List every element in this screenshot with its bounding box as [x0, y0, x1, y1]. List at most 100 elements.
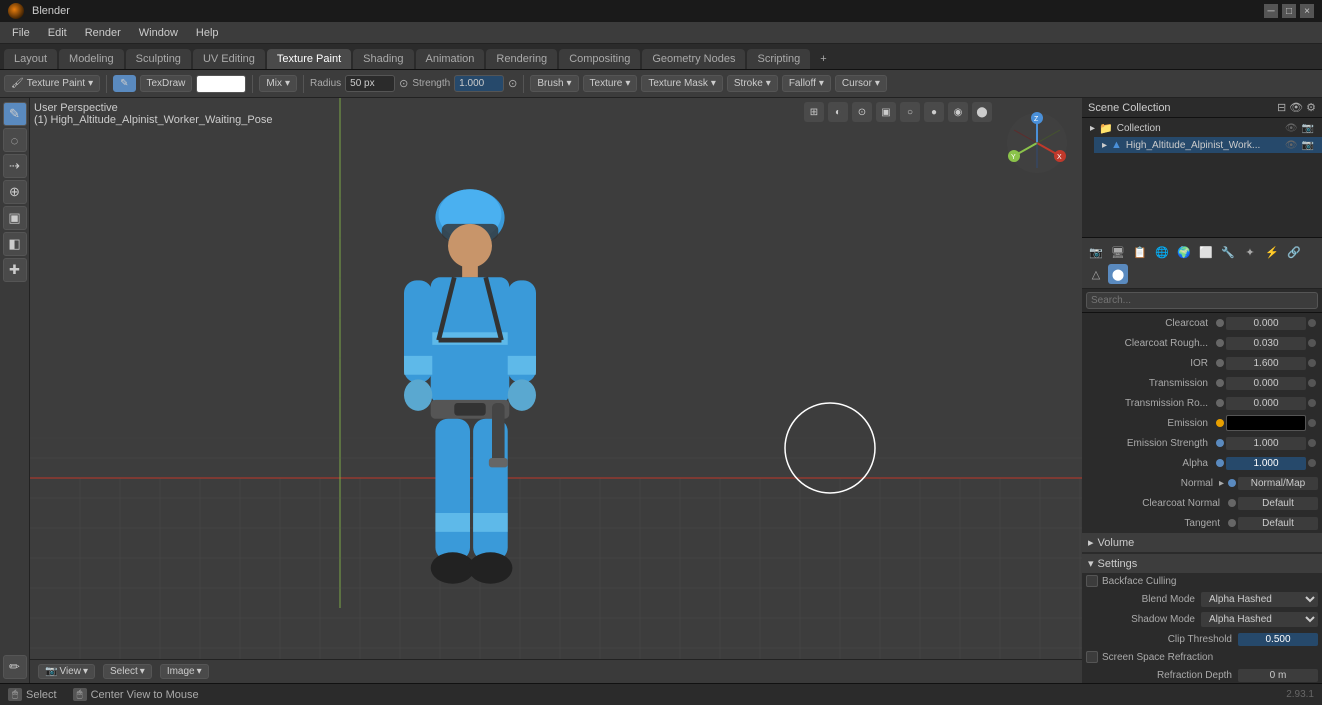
viewport-solid-icon[interactable]: ● [924, 102, 944, 122]
emission-dot[interactable] [1216, 419, 1224, 427]
mode-selector[interactable]: 🖌 Texture Paint ▾ [4, 75, 100, 92]
tab-uv-editing[interactable]: UV Editing [193, 49, 265, 69]
brush-type-button[interactable]: ✎ [113, 75, 135, 92]
falloff-dropdown[interactable]: Falloff ▾ [782, 75, 831, 92]
transmission-rough-dot[interactable] [1216, 399, 1224, 407]
tab-modeling[interactable]: Modeling [59, 49, 124, 69]
collection-eye-icon[interactable]: 👁 [1285, 123, 1298, 134]
color-box[interactable] [196, 75, 246, 93]
outliner-item-character[interactable]: ▸ ▲ High_Altitude_Alpinist_Work... 👁 📷 [1094, 137, 1322, 153]
blend-mode-dropdown[interactable]: Alpha Hashed Opaque Alpha Clip Alpha Ble… [1201, 592, 1318, 607]
viewport-overlay-icon[interactable]: ⊙ [852, 102, 872, 122]
props-icon-object[interactable]: ⬜ [1196, 242, 1216, 262]
emission-color-box[interactable] [1226, 415, 1306, 431]
character-eye-icon[interactable]: 👁 [1285, 140, 1298, 151]
radius-input[interactable] [345, 75, 395, 92]
ior-value[interactable]: 1.600 [1226, 357, 1306, 370]
minimize-button[interactable]: ─ [1264, 4, 1278, 18]
cursor-dropdown[interactable]: Cursor ▾ [835, 75, 887, 92]
outliner-item-collection[interactable]: ▸ 📁 Collection 👁 📷 [1082, 120, 1322, 137]
clearcoat-dot[interactable] [1216, 319, 1224, 327]
menu-help[interactable]: Help [188, 25, 227, 41]
clip-threshold-value[interactable]: 0.500 [1238, 633, 1318, 646]
volume-header[interactable]: ▸ Volume [1082, 533, 1322, 552]
texture-mask-dropdown[interactable]: Texture Mask ▾ [641, 75, 723, 92]
viewport-select-btn[interactable]: Select ▾ [103, 664, 152, 679]
props-icon-output[interactable]: 🖥 [1108, 242, 1128, 262]
tool-soften[interactable]: ◌ [3, 128, 27, 152]
texture-dropdown[interactable]: Texture ▾ [583, 75, 638, 92]
viewport-material-icon[interactable]: ◉ [948, 102, 968, 122]
stroke-dropdown[interactable]: Stroke ▾ [727, 75, 778, 92]
tool-smear[interactable]: ⇢ [3, 154, 27, 178]
add-workspace-button[interactable]: + [812, 49, 834, 69]
clearcoat-normal-dot[interactable] [1228, 499, 1236, 507]
strength-input[interactable] [454, 75, 504, 92]
tool-sample[interactable]: ✚ [3, 258, 27, 282]
outliner-eye-icon[interactable]: 👁 [1289, 101, 1303, 114]
menu-file[interactable]: File [4, 25, 38, 41]
nav-gizmo[interactable]: Z X Y [1002, 108, 1072, 178]
props-icon-material[interactable]: ⬤ [1108, 264, 1128, 284]
tab-animation[interactable]: Animation [416, 49, 485, 69]
props-icon-modifier[interactable]: 🔧 [1218, 242, 1238, 262]
props-icon-scene[interactable]: 🌐 [1152, 242, 1172, 262]
props-icon-physics[interactable]: ⚡ [1262, 242, 1282, 262]
menu-edit[interactable]: Edit [40, 25, 75, 41]
shadow-mode-dropdown[interactable]: Alpha Hashed None Opaque Alpha Clip [1201, 612, 1318, 627]
normal-dot[interactable] [1228, 479, 1236, 487]
props-icon-world[interactable]: 🌍 [1174, 242, 1194, 262]
alpha-dot[interactable] [1216, 459, 1224, 467]
tab-geometry-nodes[interactable]: Geometry Nodes [642, 49, 745, 69]
refraction-depth-value[interactable]: 0 m [1238, 669, 1318, 682]
collection-camera-icon[interactable]: 📷 [1302, 123, 1314, 134]
alpha-value[interactable]: 1.000 [1226, 457, 1306, 470]
viewport-wireframe-icon[interactable]: ○ [900, 102, 920, 122]
emission-strength-value[interactable]: 1.000 [1226, 437, 1306, 450]
clearcoat-rough-value[interactable]: 0.030 [1226, 337, 1306, 350]
tangent-value[interactable]: Default [1238, 517, 1318, 530]
viewport-image-btn[interactable]: Image ▾ [160, 664, 209, 679]
menu-window[interactable]: Window [131, 25, 186, 41]
screen-refraction-checkbox[interactable] [1086, 651, 1098, 663]
props-search-input[interactable] [1086, 292, 1318, 309]
emission-strength-dot[interactable] [1216, 439, 1224, 447]
brush-dropdown[interactable]: Brush ▾ [530, 75, 578, 92]
close-button[interactable]: × [1300, 4, 1314, 18]
viewport-rendered-icon[interactable]: ⬤ [972, 102, 992, 122]
tab-sculpting[interactable]: Sculpting [126, 49, 191, 69]
clearcoat-value[interactable]: 0.000 [1226, 317, 1306, 330]
settings-header[interactable]: ▾ Settings [1082, 554, 1322, 573]
viewport-display-icon[interactable]: ⊞ [804, 102, 824, 122]
props-icon-view-layer[interactable]: 📋 [1130, 242, 1150, 262]
tab-rendering[interactable]: Rendering [486, 49, 557, 69]
tab-shading[interactable]: Shading [353, 49, 413, 69]
tool-draw[interactable]: ✎ [3, 102, 27, 126]
tool-clone[interactable]: ⊕ [3, 180, 27, 204]
tool-fill[interactable]: ▣ [3, 206, 27, 230]
normal-value[interactable]: Normal/Map [1238, 477, 1318, 490]
title-bar-controls[interactable]: ─ □ × [1264, 4, 1314, 18]
maximize-button[interactable]: □ [1282, 4, 1296, 18]
menu-render[interactable]: Render [77, 25, 129, 41]
props-icon-render[interactable]: 📷 [1086, 242, 1106, 262]
tab-texture-paint[interactable]: Texture Paint [267, 49, 351, 69]
character-camera2-icon[interactable]: 📷 [1302, 140, 1314, 151]
viewport[interactable]: User Perspective (1) High_Altitude_Alpin… [30, 98, 1082, 683]
tab-scripting[interactable]: Scripting [747, 49, 810, 69]
transmission-dot[interactable] [1216, 379, 1224, 387]
outliner-filter-icon[interactable]: ⊟ [1277, 101, 1286, 114]
props-icon-constraints[interactable]: 🔗 [1284, 242, 1304, 262]
ior-dot[interactable] [1216, 359, 1224, 367]
transmission-value[interactable]: 0.000 [1226, 377, 1306, 390]
tool-mask[interactable]: ◧ [3, 232, 27, 256]
clearcoat-rough-dot[interactable] [1216, 339, 1224, 347]
viewport-shading-icon[interactable]: ◐ [828, 102, 848, 122]
tab-compositing[interactable]: Compositing [559, 49, 640, 69]
transmission-rough-value[interactable]: 0.000 [1226, 397, 1306, 410]
brush-name-button[interactable]: TexDraw [140, 75, 193, 92]
tangent-dot[interactable] [1228, 519, 1236, 527]
viewport-xray-icon[interactable]: ▣ [876, 102, 896, 122]
viewport-mode-btn[interactable]: 📷 View ▾ [38, 664, 95, 679]
tool-annotate[interactable]: ✏ [3, 655, 27, 679]
